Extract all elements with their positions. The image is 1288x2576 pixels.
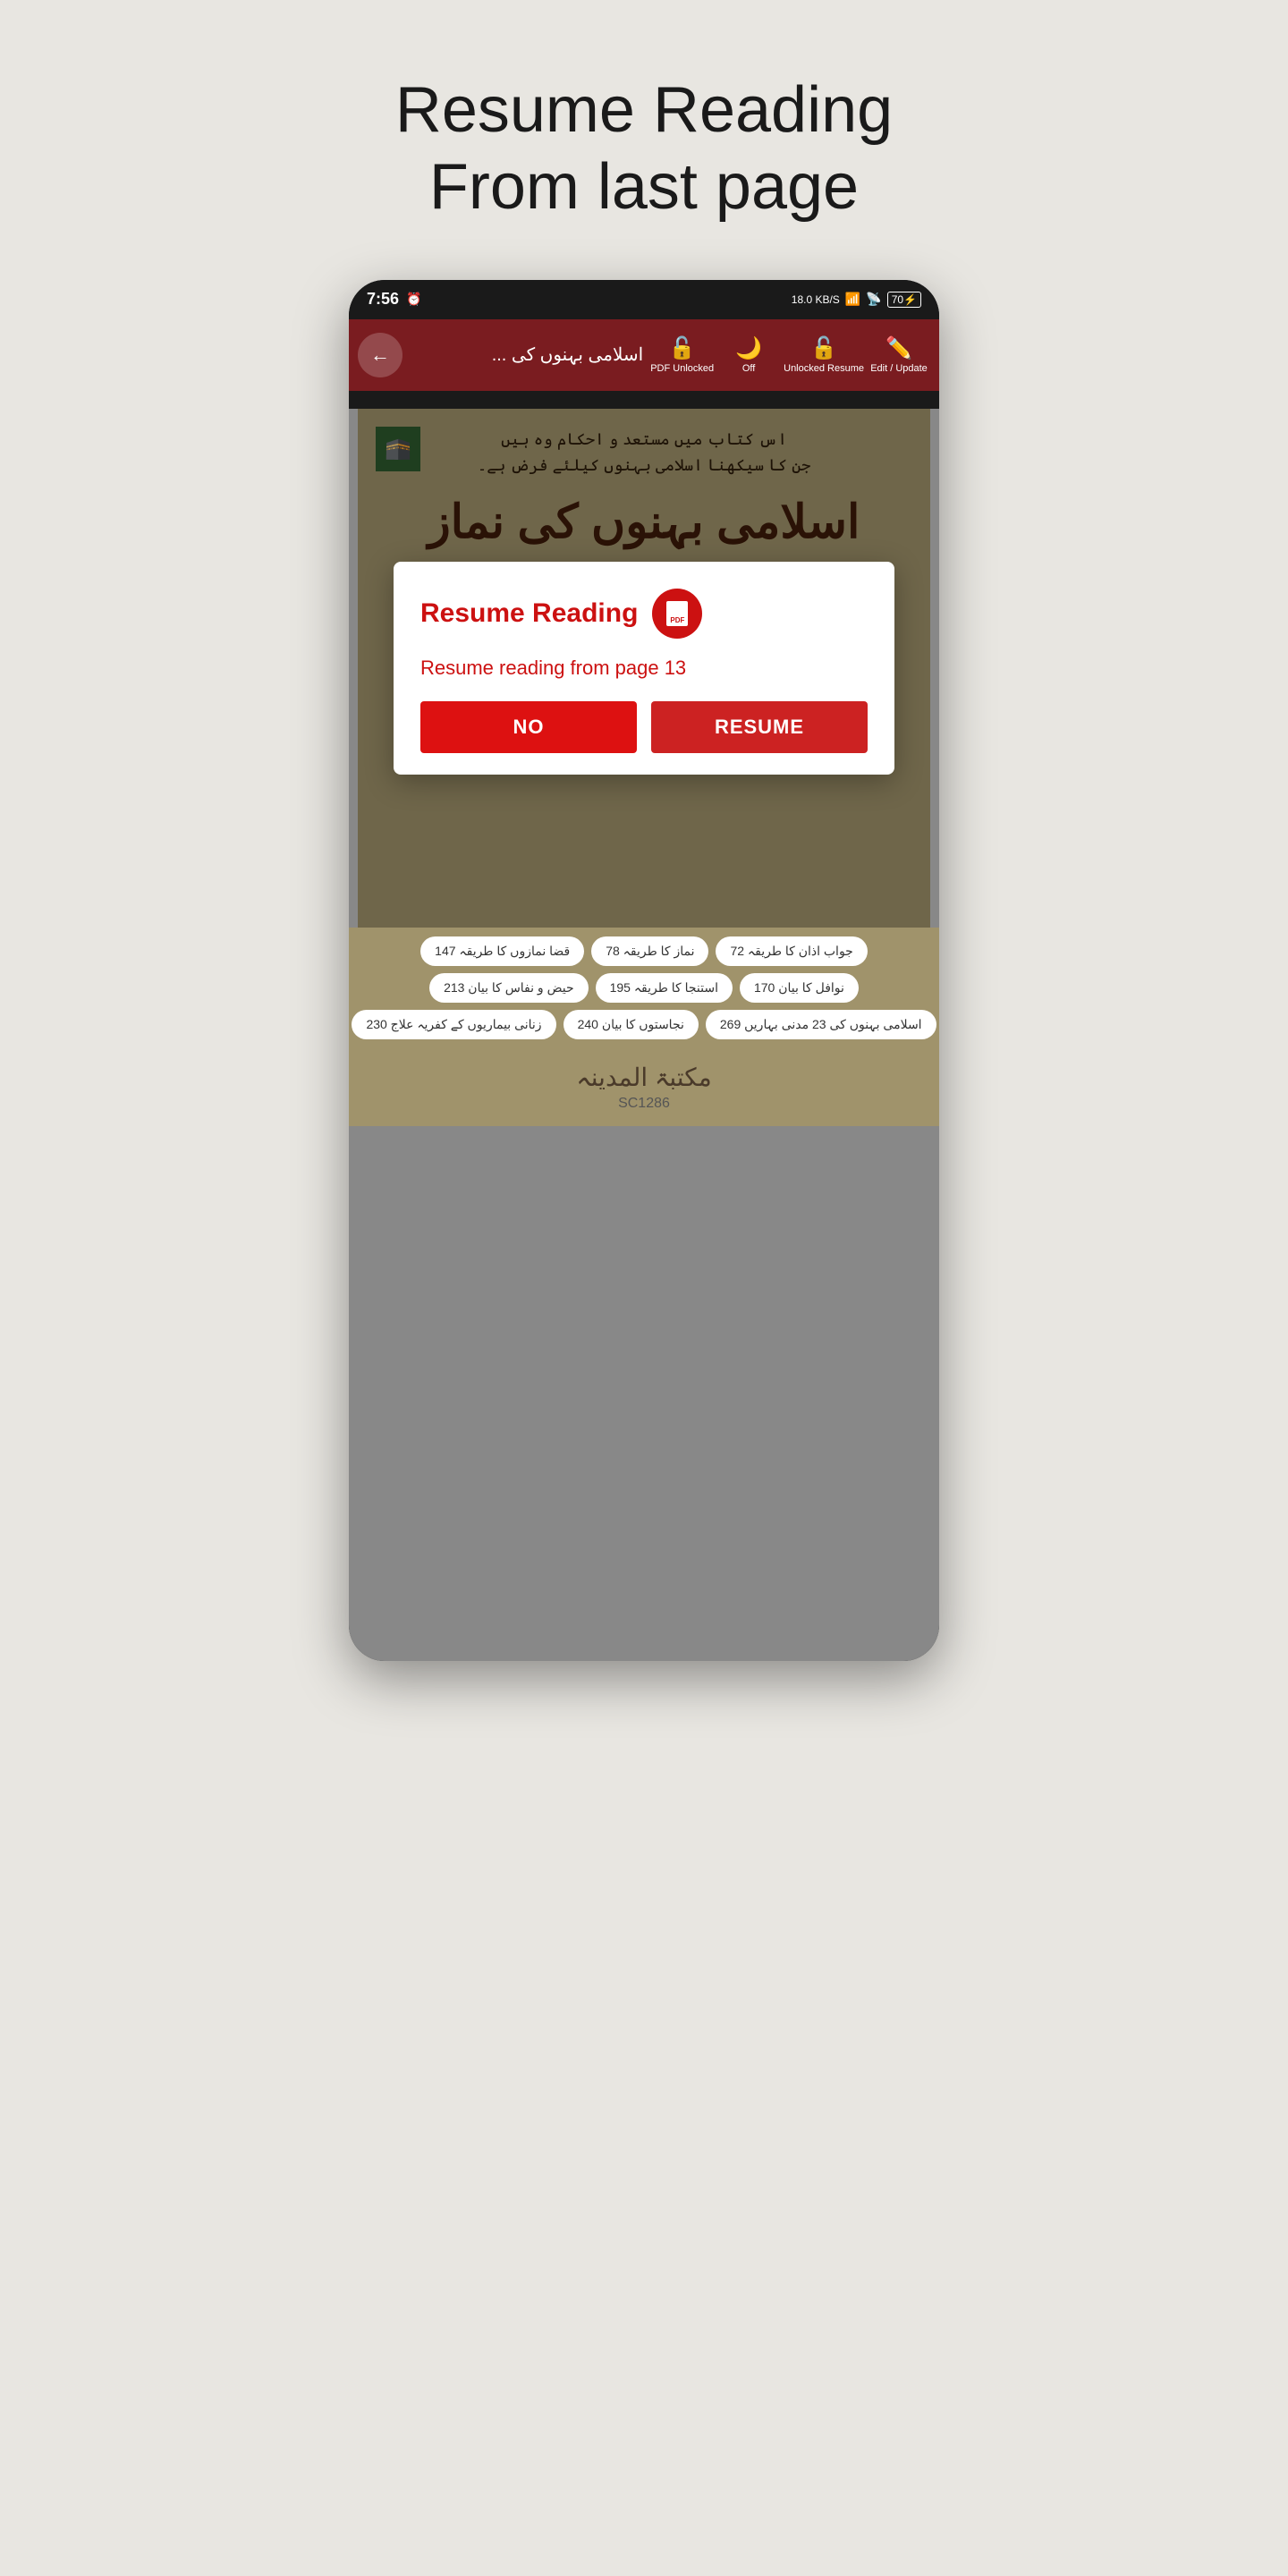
index-row-3: زنانی بیماریوں کے کفریہ علاج 230 نجاستوں… <box>358 1010 930 1039</box>
no-button[interactable]: NO <box>420 701 637 753</box>
index-chip: اسلامی بہنوں کی 23 مدنی بہاریں 269 <box>706 1010 936 1039</box>
pdf-unlocked-label: PDF Unlocked <box>650 363 714 374</box>
index-row-2: حیض و نفاس کا بیان 213 استنجا کا طریقہ 1… <box>358 973 930 1003</box>
index-chip: قضا نمازوں کا طریقہ 147 <box>420 936 584 966</box>
book-publisher: مکتبۃ المدینہ SC1286 <box>349 1048 939 1126</box>
status-signal-icon: 📡 <box>866 292 881 307</box>
status-right-area: 18.0 KB/S 📶 📡 70⚡ <box>792 292 921 308</box>
status-network-speed: 18.0 KB/S <box>792 293 840 306</box>
pdf-icon-inner: PDF <box>666 601 688 626</box>
back-button[interactable]: ← <box>358 333 402 377</box>
index-chip: استنجا کا طریقہ 195 <box>596 973 733 1003</box>
status-time-area: 7:56 ⏰ <box>367 290 421 309</box>
nav-action-edit[interactable]: ✏️ Edit / Update <box>868 335 930 374</box>
edit-label: Edit / Update <box>870 363 928 374</box>
publisher-code: SC1286 <box>363 1096 925 1112</box>
nav-action-pdf-unlocked[interactable]: 🔓 PDF Unlocked <box>650 335 714 374</box>
night-mode-icon: 🌙 <box>735 335 762 361</box>
dialog-message: Resume reading from page 13 <box>420 657 868 680</box>
index-chip: حیض و نفاس کا بیان 213 <box>429 973 589 1003</box>
nav-action-night-mode[interactable]: 🌙 Off <box>717 335 780 374</box>
unlocked-resume-label: Unlocked Resume <box>784 363 864 374</box>
status-bar: 7:56 ⏰ 18.0 KB/S 📶 📡 70⚡ <box>349 280 939 319</box>
unlocked-resume-icon: 🔓 <box>810 335 837 361</box>
content-area: 🕋 اس کتاب میں مستعد و احکام وہ ہیں جن کا… <box>349 409 939 1661</box>
pdf-icon-page: PDF <box>666 601 688 626</box>
book-area: 🕋 اس کتاب میں مستعد و احکام وہ ہیں جن کا… <box>358 409 930 928</box>
index-row-1: قضا نمازوں کا طریقہ 147 نماز کا طریقہ 78… <box>358 936 930 966</box>
status-alarm-icon: ⏰ <box>406 292 421 307</box>
page-headline: Resume Reading From last page <box>395 72 893 226</box>
index-chip: جواب اذان کا طریقہ 72 <box>716 936 867 966</box>
pdf-label-text: PDF <box>670 616 684 624</box>
nav-title: اسلامی بہنوں کی ... <box>410 343 643 366</box>
status-battery: 70⚡ <box>887 292 921 308</box>
index-chip: نوافل کا بیان 170 <box>740 973 859 1003</box>
nav-bar: ← اسلامی بہنوں کی ... 🔓 PDF Unlocked 🌙 O… <box>349 319 939 391</box>
resume-button[interactable]: RESUME <box>651 701 868 753</box>
pdf-icon: PDF <box>652 589 702 639</box>
status-wifi-icon: 📶 <box>845 292 860 307</box>
index-chip: زنانی بیماریوں کے کفریہ علاج 230 <box>352 1010 555 1039</box>
resume-dialog: Resume Reading PDF Resume reading from p… <box>394 562 894 775</box>
edit-icon: ✏️ <box>886 335 912 361</box>
dialog-title: Resume Reading <box>420 598 638 629</box>
nav-action-unlocked-resume[interactable]: 🔓 Unlocked Resume <box>784 335 864 374</box>
night-mode-label: Off <box>742 363 755 374</box>
index-chip: نماز کا طریقہ 78 <box>591 936 708 966</box>
dialog-header: Resume Reading PDF <box>420 589 868 639</box>
dialog-overlay: Resume Reading PDF Resume reading from p… <box>358 409 930 928</box>
book-index: قضا نمازوں کا طریقہ 147 نماز کا طریقہ 78… <box>349 928 939 1048</box>
pdf-unlocked-icon: 🔓 <box>669 335 696 361</box>
index-chip: نجاستوں کا بیان 240 <box>564 1010 699 1039</box>
phone-mockup: 7:56 ⏰ 18.0 KB/S 📶 📡 70⚡ ← اسلامی بہنوں … <box>349 280 939 1661</box>
back-icon: ← <box>370 343 390 367</box>
nav-actions: 🔓 PDF Unlocked 🌙 Off 🔓 Unlocked Resume ✏… <box>650 335 930 374</box>
status-time: 7:56 <box>367 290 399 309</box>
dialog-buttons: NO RESUME <box>420 701 868 753</box>
publisher-logo: مکتبۃ المدینہ <box>363 1063 925 1092</box>
